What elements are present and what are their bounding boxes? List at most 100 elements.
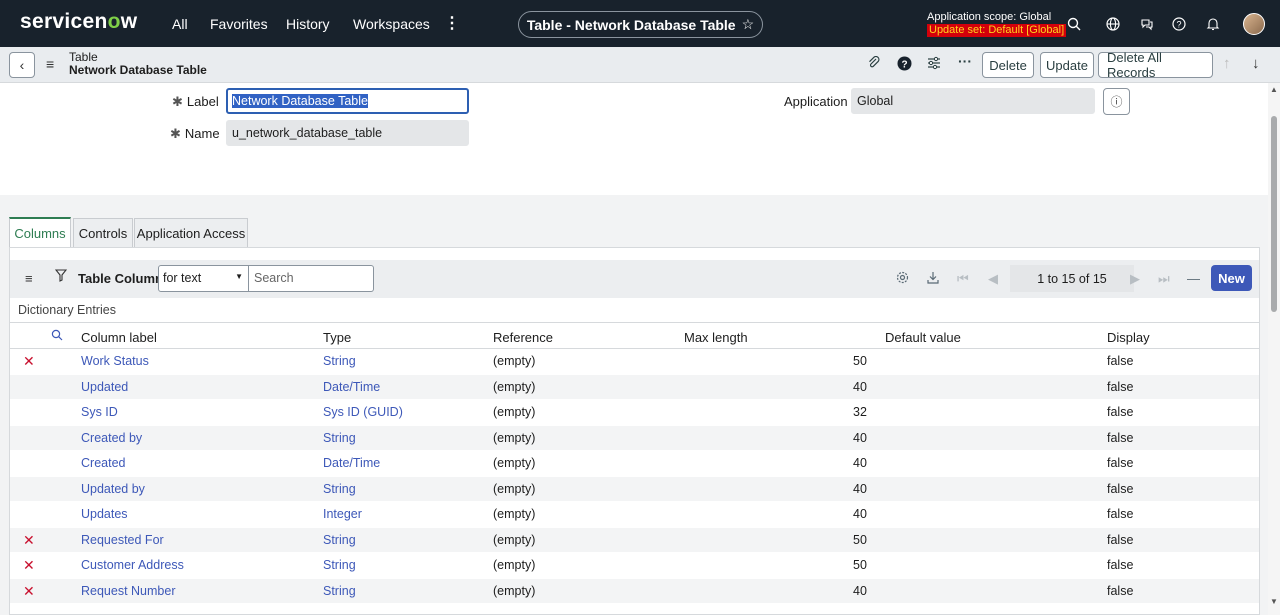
- search-icon[interactable]: [1065, 15, 1083, 33]
- record-title: Table - Network Database Table: [526, 16, 736, 33]
- header-default-value[interactable]: Default value: [885, 330, 961, 345]
- delete-column-icon[interactable]: ✕: [23, 557, 35, 574]
- table-row[interactable]: ✕ Requested For String (empty) 50 false: [10, 527, 1259, 553]
- servicenow-logo[interactable]: servicenow: [20, 10, 137, 34]
- header-reference[interactable]: Reference: [493, 330, 553, 345]
- tab-controls[interactable]: Controls: [73, 218, 133, 247]
- scope-label: Application scope: Global: [927, 11, 1052, 23]
- filter-icon[interactable]: [54, 269, 68, 285]
- more-vertical-icon[interactable]: ⋮: [444, 13, 460, 33]
- list-title: Table Columns: [78, 271, 171, 286]
- table-row[interactable]: Updated Date/Time (empty) 40 false: [10, 374, 1259, 400]
- scroll-thumb[interactable]: [1271, 116, 1277, 312]
- table-row[interactable]: Sys ID Sys ID (GUID) (empty) 32 false: [10, 400, 1259, 426]
- scroll-down-arrow-icon[interactable]: ▼: [1270, 597, 1278, 606]
- globe-icon[interactable]: [1104, 15, 1122, 33]
- header-column-label[interactable]: Column label: [81, 330, 157, 345]
- table-row[interactable]: Updates Integer (empty) 40 false: [10, 502, 1259, 528]
- chat-icon[interactable]: [1138, 15, 1156, 33]
- search-field-select[interactable]: for text ▼: [158, 265, 249, 292]
- help-icon[interactable]: ?: [1170, 15, 1188, 33]
- delete-column-icon[interactable]: ✕: [23, 583, 35, 600]
- previous-record-arrow-icon[interactable]: ↑: [1223, 55, 1231, 72]
- cell-type[interactable]: String: [323, 482, 356, 496]
- table-row[interactable]: Created by String (empty) 40 false: [10, 425, 1259, 451]
- collapse-icon[interactable]: —: [1187, 271, 1200, 286]
- cell-column-label[interactable]: Updated by: [81, 482, 145, 496]
- bell-icon[interactable]: [1204, 15, 1222, 33]
- cell-type[interactable]: String: [323, 431, 356, 445]
- update-set-badge[interactable]: Update set: Default [Global]: [927, 24, 1067, 37]
- table-header: Column label Type Reference Max length D…: [10, 322, 1259, 349]
- back-button[interactable]: ‹: [9, 52, 35, 78]
- page-scrollbar[interactable]: ▲ ▼: [1268, 83, 1280, 615]
- paperclip-icon[interactable]: [867, 55, 881, 73]
- new-button[interactable]: New: [1211, 265, 1252, 291]
- table-row[interactable]: Updated by String (empty) 40 false: [10, 476, 1259, 502]
- cell-type[interactable]: Sys ID (GUID): [323, 405, 403, 419]
- name-input[interactable]: u_network_database_table: [226, 120, 469, 146]
- chevron-left-icon: ‹: [19, 57, 25, 73]
- table-row[interactable]: Created Date/Time (empty) 40 false: [10, 451, 1259, 477]
- sliders-icon[interactable]: [927, 56, 941, 73]
- header-display[interactable]: Display: [1107, 330, 1150, 345]
- cell-column-label[interactable]: Created: [81, 456, 125, 470]
- application-input[interactable]: Global: [851, 88, 1095, 114]
- cell-display: false: [1107, 532, 1134, 547]
- cell-column-label[interactable]: Created by: [81, 431, 142, 445]
- tab-application-access[interactable]: Application Access: [134, 218, 248, 247]
- list-menu-icon[interactable]: ≡: [25, 271, 33, 286]
- table-columns-list: ≡ Table Columns for text ▼ Search ⏮ ◀ 1 t…: [9, 247, 1260, 615]
- cell-column-label[interactable]: Updates: [81, 507, 128, 521]
- settings-gear-icon[interactable]: [896, 271, 909, 287]
- table-row[interactable]: ✕ Request Number String (empty) 40 false: [10, 578, 1259, 604]
- previous-page-icon[interactable]: ◀: [988, 271, 998, 287]
- tab-columns[interactable]: Columns: [9, 217, 71, 247]
- next-record-arrow-icon[interactable]: ↓: [1252, 55, 1260, 72]
- more-horizontal-icon[interactable]: ···: [958, 53, 972, 69]
- table-row[interactable]: ✕ Work Status String (empty) 50 false: [10, 349, 1259, 375]
- star-icon[interactable]: ☆: [742, 16, 755, 33]
- record-title-pill[interactable]: Table - Network Database Table ☆: [518, 11, 763, 38]
- update-button[interactable]: Update: [1040, 52, 1094, 78]
- nav-all[interactable]: All: [172, 16, 188, 32]
- header-max-length[interactable]: Max length: [684, 330, 748, 345]
- nav-favorites[interactable]: Favorites: [210, 16, 268, 32]
- scroll-up-arrow-icon[interactable]: ▲: [1270, 85, 1278, 94]
- nav-history[interactable]: History: [286, 16, 330, 32]
- context-menu-icon[interactable]: ≡: [46, 56, 54, 72]
- cell-type[interactable]: Date/Time: [323, 380, 380, 394]
- nav-workspaces[interactable]: Workspaces: [353, 16, 430, 32]
- download-icon[interactable]: [927, 271, 939, 287]
- delete-all-records-button[interactable]: Delete All Records: [1098, 50, 1213, 80]
- cell-type[interactable]: String: [323, 584, 356, 598]
- cell-display: false: [1107, 507, 1134, 521]
- application-scope[interactable]: Application scope: Global Update set: De…: [927, 11, 1067, 37]
- cell-column-label[interactable]: Updated: [81, 380, 128, 394]
- info-icon[interactable]: ⓘ: [1103, 88, 1130, 115]
- search-input[interactable]: Search: [249, 265, 374, 292]
- header-type[interactable]: Type: [323, 330, 351, 345]
- label-input[interactable]: Network Database Table: [226, 88, 469, 114]
- table-row[interactable]: ✕ Customer Address String (empty) 50 false: [10, 553, 1259, 579]
- user-avatar[interactable]: [1243, 13, 1265, 35]
- pagination-range[interactable]: 1 to 15 of 15: [1010, 265, 1134, 292]
- cell-column-label[interactable]: Customer Address: [81, 558, 184, 572]
- column-search-icon[interactable]: [51, 329, 63, 344]
- cell-column-label[interactable]: Request Number: [81, 584, 176, 598]
- cell-column-label[interactable]: Sys ID: [81, 405, 118, 419]
- delete-column-icon[interactable]: ✕: [23, 532, 35, 549]
- cell-type[interactable]: String: [323, 558, 356, 572]
- help-circle-icon[interactable]: ?: [897, 56, 912, 74]
- delete-column-icon[interactable]: ✕: [23, 353, 35, 370]
- cell-type[interactable]: Date/Time: [323, 456, 380, 470]
- cell-type[interactable]: Integer: [323, 507, 362, 521]
- cell-column-label[interactable]: Work Status: [81, 354, 149, 368]
- first-page-icon[interactable]: ⏮: [957, 271, 969, 287]
- delete-button[interactable]: Delete: [982, 52, 1034, 78]
- cell-column-label[interactable]: Requested For: [81, 533, 164, 547]
- cell-type[interactable]: String: [323, 354, 356, 368]
- next-page-icon[interactable]: ▶: [1130, 271, 1140, 287]
- cell-type[interactable]: String: [323, 533, 356, 547]
- last-page-icon[interactable]: ⏭: [1158, 271, 1170, 287]
